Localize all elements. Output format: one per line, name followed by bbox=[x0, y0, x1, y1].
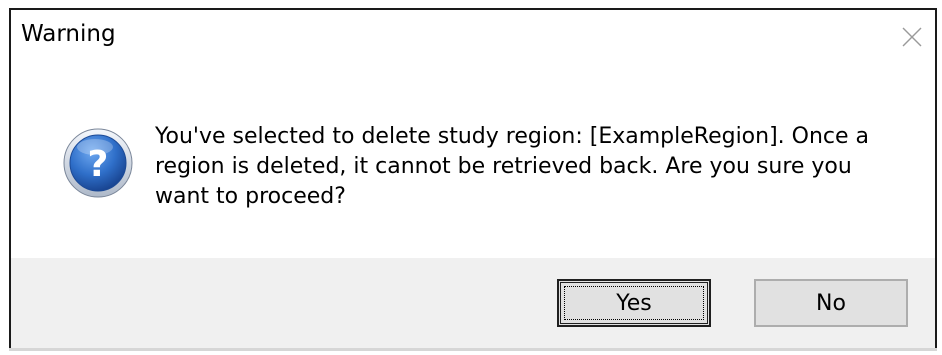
no-button-label: No bbox=[816, 290, 846, 316]
dialog-message: You've selected to delete study region: … bbox=[155, 124, 870, 209]
close-icon bbox=[902, 27, 922, 47]
window-bottom-edge bbox=[0, 348, 942, 355]
window-shadow bbox=[9, 348, 937, 351]
title-bar: Warning bbox=[11, 10, 935, 62]
warning-dialog: Warning ? You've selected to delete stud… bbox=[0, 0, 942, 355]
question-icon: ? bbox=[63, 128, 133, 198]
dialog-window: Warning ? You've selected to delete stud… bbox=[9, 8, 937, 348]
dialog-title: Warning bbox=[21, 21, 116, 47]
dialog-content: ? You've selected to delete study region… bbox=[11, 62, 935, 258]
close-button[interactable] bbox=[895, 20, 929, 54]
yes-button-label: Yes bbox=[616, 290, 652, 316]
yes-button[interactable]: Yes bbox=[557, 279, 711, 327]
no-button[interactable]: No bbox=[754, 279, 908, 327]
svg-text:?: ? bbox=[88, 144, 109, 185]
dialog-footer: Yes No bbox=[11, 258, 935, 348]
